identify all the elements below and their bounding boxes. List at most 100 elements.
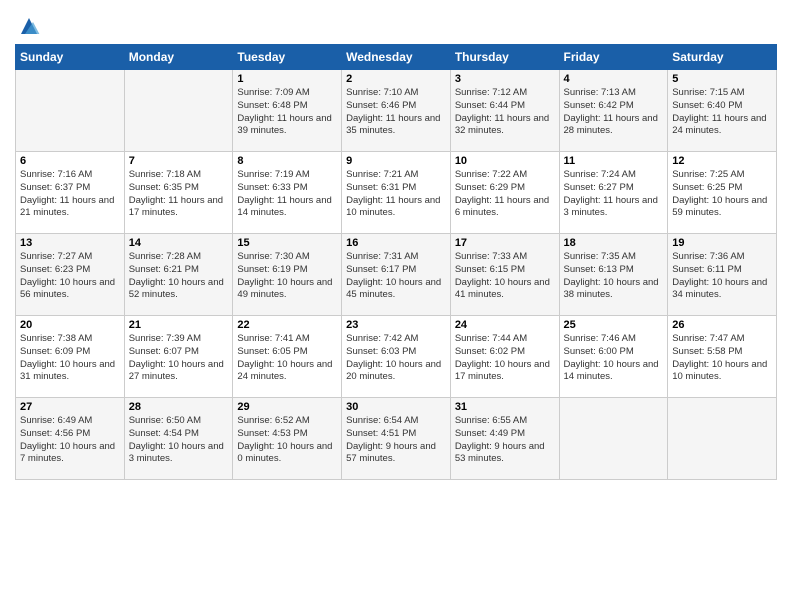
day-number: 11 — [564, 155, 664, 167]
day-number: 26 — [672, 319, 772, 331]
day-number: 23 — [346, 319, 446, 331]
calendar-cell: 13 Sunrise: 7:27 AM Sunset: 6:23 PM Dayli… — [16, 234, 125, 316]
day-info: Sunrise: 7:24 AM Sunset: 6:27 PM Dayligh… — [564, 169, 664, 220]
day-info: Sunrise: 7:10 AM Sunset: 6:46 PM Dayligh… — [346, 87, 446, 138]
calendar-cell — [16, 70, 125, 152]
day-number: 25 — [564, 319, 664, 331]
calendar-cell: 3 Sunrise: 7:12 AM Sunset: 6:44 PM Daylig… — [450, 70, 559, 152]
calendar-cell: 25 Sunrise: 7:46 AM Sunset: 6:00 PM Dayli… — [559, 316, 668, 398]
header-row: Sunday Monday Tuesday Wednesday Thursday… — [16, 45, 777, 70]
day-number: 13 — [20, 237, 120, 249]
calendar-cell: 10Sunrise: 7:22 AM Sunset: 6:29 PM Dayli… — [450, 152, 559, 234]
logo — [15, 14, 41, 38]
day-info: Sunrise: 7:12 AM Sunset: 6:44 PM Dayligh… — [455, 87, 555, 138]
calendar-cell: 28Sunrise: 6:50 AM Sunset: 4:54 PM Dayli… — [124, 398, 233, 480]
day-info: Sunrise: 7:18 AM Sunset: 6:35 PM Dayligh… — [129, 169, 229, 220]
calendar-cell — [124, 70, 233, 152]
day-number: 30 — [346, 401, 446, 413]
calendar-cell: 11 Sunrise: 7:24 AM Sunset: 6:27 PM Dayli… — [559, 152, 668, 234]
day-number: 1 — [237, 73, 337, 85]
calendar-container: Sunday Monday Tuesday Wednesday Thursday… — [0, 0, 792, 490]
day-number: 16 — [346, 237, 446, 249]
calendar-cell: 7 Sunrise: 7:18 AM Sunset: 6:35 PM Daylig… — [124, 152, 233, 234]
day-number: 20 — [20, 319, 120, 331]
day-number: 14 — [129, 237, 229, 249]
day-number: 3 — [455, 73, 555, 85]
col-tuesday: Tuesday — [233, 45, 342, 70]
col-saturday: Saturday — [668, 45, 777, 70]
calendar-cell: 24 Sunrise: 7:44 AM Sunset: 6:02 PM Dayli… — [450, 316, 559, 398]
calendar-week-1: 1Sunrise: 7:09 AM Sunset: 6:48 PM Daylig… — [16, 70, 777, 152]
calendar-cell — [668, 398, 777, 480]
day-info: Sunrise: 6:55 AM Sunset: 4:49 PM Dayligh… — [455, 415, 555, 466]
col-wednesday: Wednesday — [342, 45, 451, 70]
day-info: Sunrise: 7:39 AM Sunset: 6:07 PM Dayligh… — [129, 333, 229, 384]
day-number: 27 — [20, 401, 120, 413]
day-info: Sunrise: 7:31 AM Sunset: 6:17 PM Dayligh… — [346, 251, 446, 302]
calendar-cell: 4 Sunrise: 7:13 AM Sunset: 6:42 PM Daylig… — [559, 70, 668, 152]
calendar-cell: 12 Sunrise: 7:25 AM Sunset: 6:25 PM Dayli… — [668, 152, 777, 234]
calendar-cell: 9 Sunrise: 7:21 AM Sunset: 6:31 PM Daylig… — [342, 152, 451, 234]
day-info: Sunrise: 7:15 AM Sunset: 6:40 PM Dayligh… — [672, 87, 772, 138]
day-number: 15 — [237, 237, 337, 249]
day-info: Sunrise: 6:54 AM Sunset: 4:51 PM Dayligh… — [346, 415, 446, 466]
day-number: 19 — [672, 237, 772, 249]
calendar-cell: 29Sunrise: 6:52 AM Sunset: 4:53 PM Dayli… — [233, 398, 342, 480]
col-thursday: Thursday — [450, 45, 559, 70]
calendar-cell — [559, 398, 668, 480]
calendar-body: 1Sunrise: 7:09 AM Sunset: 6:48 PM Daylig… — [16, 70, 777, 480]
col-friday: Friday — [559, 45, 668, 70]
day-info: Sunrise: 6:50 AM Sunset: 4:54 PM Dayligh… — [129, 415, 229, 466]
day-number: 31 — [455, 401, 555, 413]
calendar-cell: 19 Sunrise: 7:36 AM Sunset: 6:11 PM Dayli… — [668, 234, 777, 316]
calendar-cell: 26 Sunrise: 7:47 AM Sunset: 5:58 PM Dayli… — [668, 316, 777, 398]
day-info: Sunrise: 7:13 AM Sunset: 6:42 PM Dayligh… — [564, 87, 664, 138]
day-info: Sunrise: 7:22 AM Sunset: 6:29 PM Dayligh… — [455, 169, 555, 220]
day-number: 6 — [20, 155, 120, 167]
calendar-cell: 2 Sunrise: 7:10 AM Sunset: 6:46 PM Daylig… — [342, 70, 451, 152]
day-number: 24 — [455, 319, 555, 331]
day-number: 22 — [237, 319, 337, 331]
day-info: Sunrise: 7:27 AM Sunset: 6:23 PM Dayligh… — [20, 251, 120, 302]
day-info: Sunrise: 7:33 AM Sunset: 6:15 PM Dayligh… — [455, 251, 555, 302]
day-info: Sunrise: 7:44 AM Sunset: 6:02 PM Dayligh… — [455, 333, 555, 384]
day-number: 8 — [237, 155, 337, 167]
calendar-cell: 5 Sunrise: 7:15 AM Sunset: 6:40 PM Daylig… — [668, 70, 777, 152]
day-number: 2 — [346, 73, 446, 85]
calendar-week-4: 20 Sunrise: 7:38 AM Sunset: 6:09 PM Dayli… — [16, 316, 777, 398]
calendar-cell: 17Sunrise: 7:33 AM Sunset: 6:15 PM Dayli… — [450, 234, 559, 316]
day-info: Sunrise: 7:16 AM Sunset: 6:37 PM Dayligh… — [20, 169, 120, 220]
day-info: Sunrise: 7:38 AM Sunset: 6:09 PM Dayligh… — [20, 333, 120, 384]
day-info: Sunrise: 7:19 AM Sunset: 6:33 PM Dayligh… — [237, 169, 337, 220]
day-info: Sunrise: 7:46 AM Sunset: 6:00 PM Dayligh… — [564, 333, 664, 384]
calendar-week-3: 13 Sunrise: 7:27 AM Sunset: 6:23 PM Dayli… — [16, 234, 777, 316]
day-number: 29 — [237, 401, 337, 413]
day-number: 21 — [129, 319, 229, 331]
day-info: Sunrise: 7:21 AM Sunset: 6:31 PM Dayligh… — [346, 169, 446, 220]
calendar-cell: 15 Sunrise: 7:30 AM Sunset: 6:19 PM Dayli… — [233, 234, 342, 316]
day-info: Sunrise: 7:42 AM Sunset: 6:03 PM Dayligh… — [346, 333, 446, 384]
calendar-cell: 27 Sunrise: 6:49 AM Sunset: 4:56 PM Dayli… — [16, 398, 125, 480]
day-number: 12 — [672, 155, 772, 167]
calendar-cell: 1Sunrise: 7:09 AM Sunset: 6:48 PM Daylig… — [233, 70, 342, 152]
calendar-cell: 6 Sunrise: 7:16 AM Sunset: 6:37 PM Daylig… — [16, 152, 125, 234]
day-info: Sunrise: 7:35 AM Sunset: 6:13 PM Dayligh… — [564, 251, 664, 302]
day-info: Sunrise: 7:25 AM Sunset: 6:25 PM Dayligh… — [672, 169, 772, 220]
calendar-cell: 16 Sunrise: 7:31 AM Sunset: 6:17 PM Dayli… — [342, 234, 451, 316]
calendar-week-2: 6 Sunrise: 7:16 AM Sunset: 6:37 PM Daylig… — [16, 152, 777, 234]
day-number: 7 — [129, 155, 229, 167]
day-number: 4 — [564, 73, 664, 85]
day-info: Sunrise: 6:49 AM Sunset: 4:56 PM Dayligh… — [20, 415, 120, 466]
day-number: 5 — [672, 73, 772, 85]
day-info: Sunrise: 7:30 AM Sunset: 6:19 PM Dayligh… — [237, 251, 337, 302]
calendar-cell: 21 Sunrise: 7:39 AM Sunset: 6:07 PM Dayli… — [124, 316, 233, 398]
day-number: 9 — [346, 155, 446, 167]
day-number: 18 — [564, 237, 664, 249]
day-info: Sunrise: 7:41 AM Sunset: 6:05 PM Dayligh… — [237, 333, 337, 384]
logo-icon — [17, 14, 41, 38]
calendar-cell: 30 Sunrise: 6:54 AM Sunset: 4:51 PM Dayli… — [342, 398, 451, 480]
day-info: Sunrise: 7:47 AM Sunset: 5:58 PM Dayligh… — [672, 333, 772, 384]
calendar-cell: 20 Sunrise: 7:38 AM Sunset: 6:09 PM Dayli… — [16, 316, 125, 398]
day-info: Sunrise: 7:28 AM Sunset: 6:21 PM Dayligh… — [129, 251, 229, 302]
day-info: Sunrise: 7:36 AM Sunset: 6:11 PM Dayligh… — [672, 251, 772, 302]
